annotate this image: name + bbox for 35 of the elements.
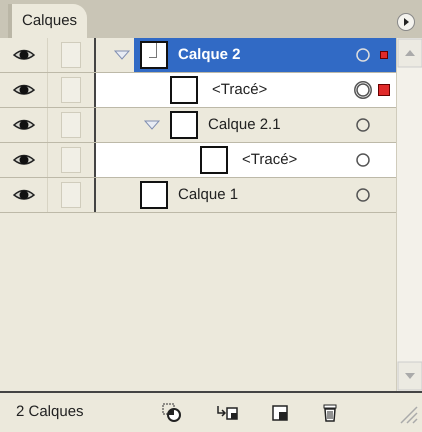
layer-name: <Tracé> xyxy=(212,80,268,100)
layer-name: <Tracé> xyxy=(242,150,298,170)
new-sublayer-icon[interactable] xyxy=(216,404,238,422)
disclosure-triangle-icon[interactable] xyxy=(114,50,130,60)
target-icon[interactable] xyxy=(354,151,372,169)
thumbnail xyxy=(140,181,168,209)
target-icon[interactable] xyxy=(354,81,372,99)
layer-name: Calque 2 xyxy=(178,44,241,65)
thumbnail xyxy=(170,76,198,104)
disclosure-triangle-icon[interactable] xyxy=(144,120,160,130)
layer-count: 2 Calques xyxy=(16,402,85,422)
target-icon[interactable] xyxy=(354,46,372,64)
eye-icon[interactable] xyxy=(12,153,34,167)
eye-icon[interactable] xyxy=(12,48,34,62)
lock-toggle[interactable] xyxy=(61,42,81,68)
lock-toggle[interactable] xyxy=(61,112,81,138)
layer-row[interactable]: Calque 2 xyxy=(134,38,396,72)
lock-toggle[interactable] xyxy=(61,182,81,208)
panel-tab[interactable]: Calques xyxy=(8,4,88,38)
lock-toggle[interactable] xyxy=(61,77,81,103)
lock-toggle[interactable] xyxy=(61,147,81,173)
eye-icon[interactable] xyxy=(12,188,34,202)
clipping-mask-icon[interactable] xyxy=(162,402,182,422)
new-layer-icon[interactable] xyxy=(272,404,288,420)
thumbnail xyxy=(170,111,198,139)
target-icon[interactable] xyxy=(354,116,372,134)
layer-name: Calque 2.1 xyxy=(208,114,281,135)
thumbnail xyxy=(200,146,228,174)
panel-menu-icon[interactable] xyxy=(396,12,416,32)
eye-icon[interactable] xyxy=(12,83,34,97)
eye-icon[interactable] xyxy=(12,118,34,132)
trash-icon[interactable] xyxy=(322,404,338,422)
target-icon[interactable] xyxy=(354,186,372,204)
layer-name: Calque 1 xyxy=(178,184,238,205)
thumbnail xyxy=(140,41,168,69)
